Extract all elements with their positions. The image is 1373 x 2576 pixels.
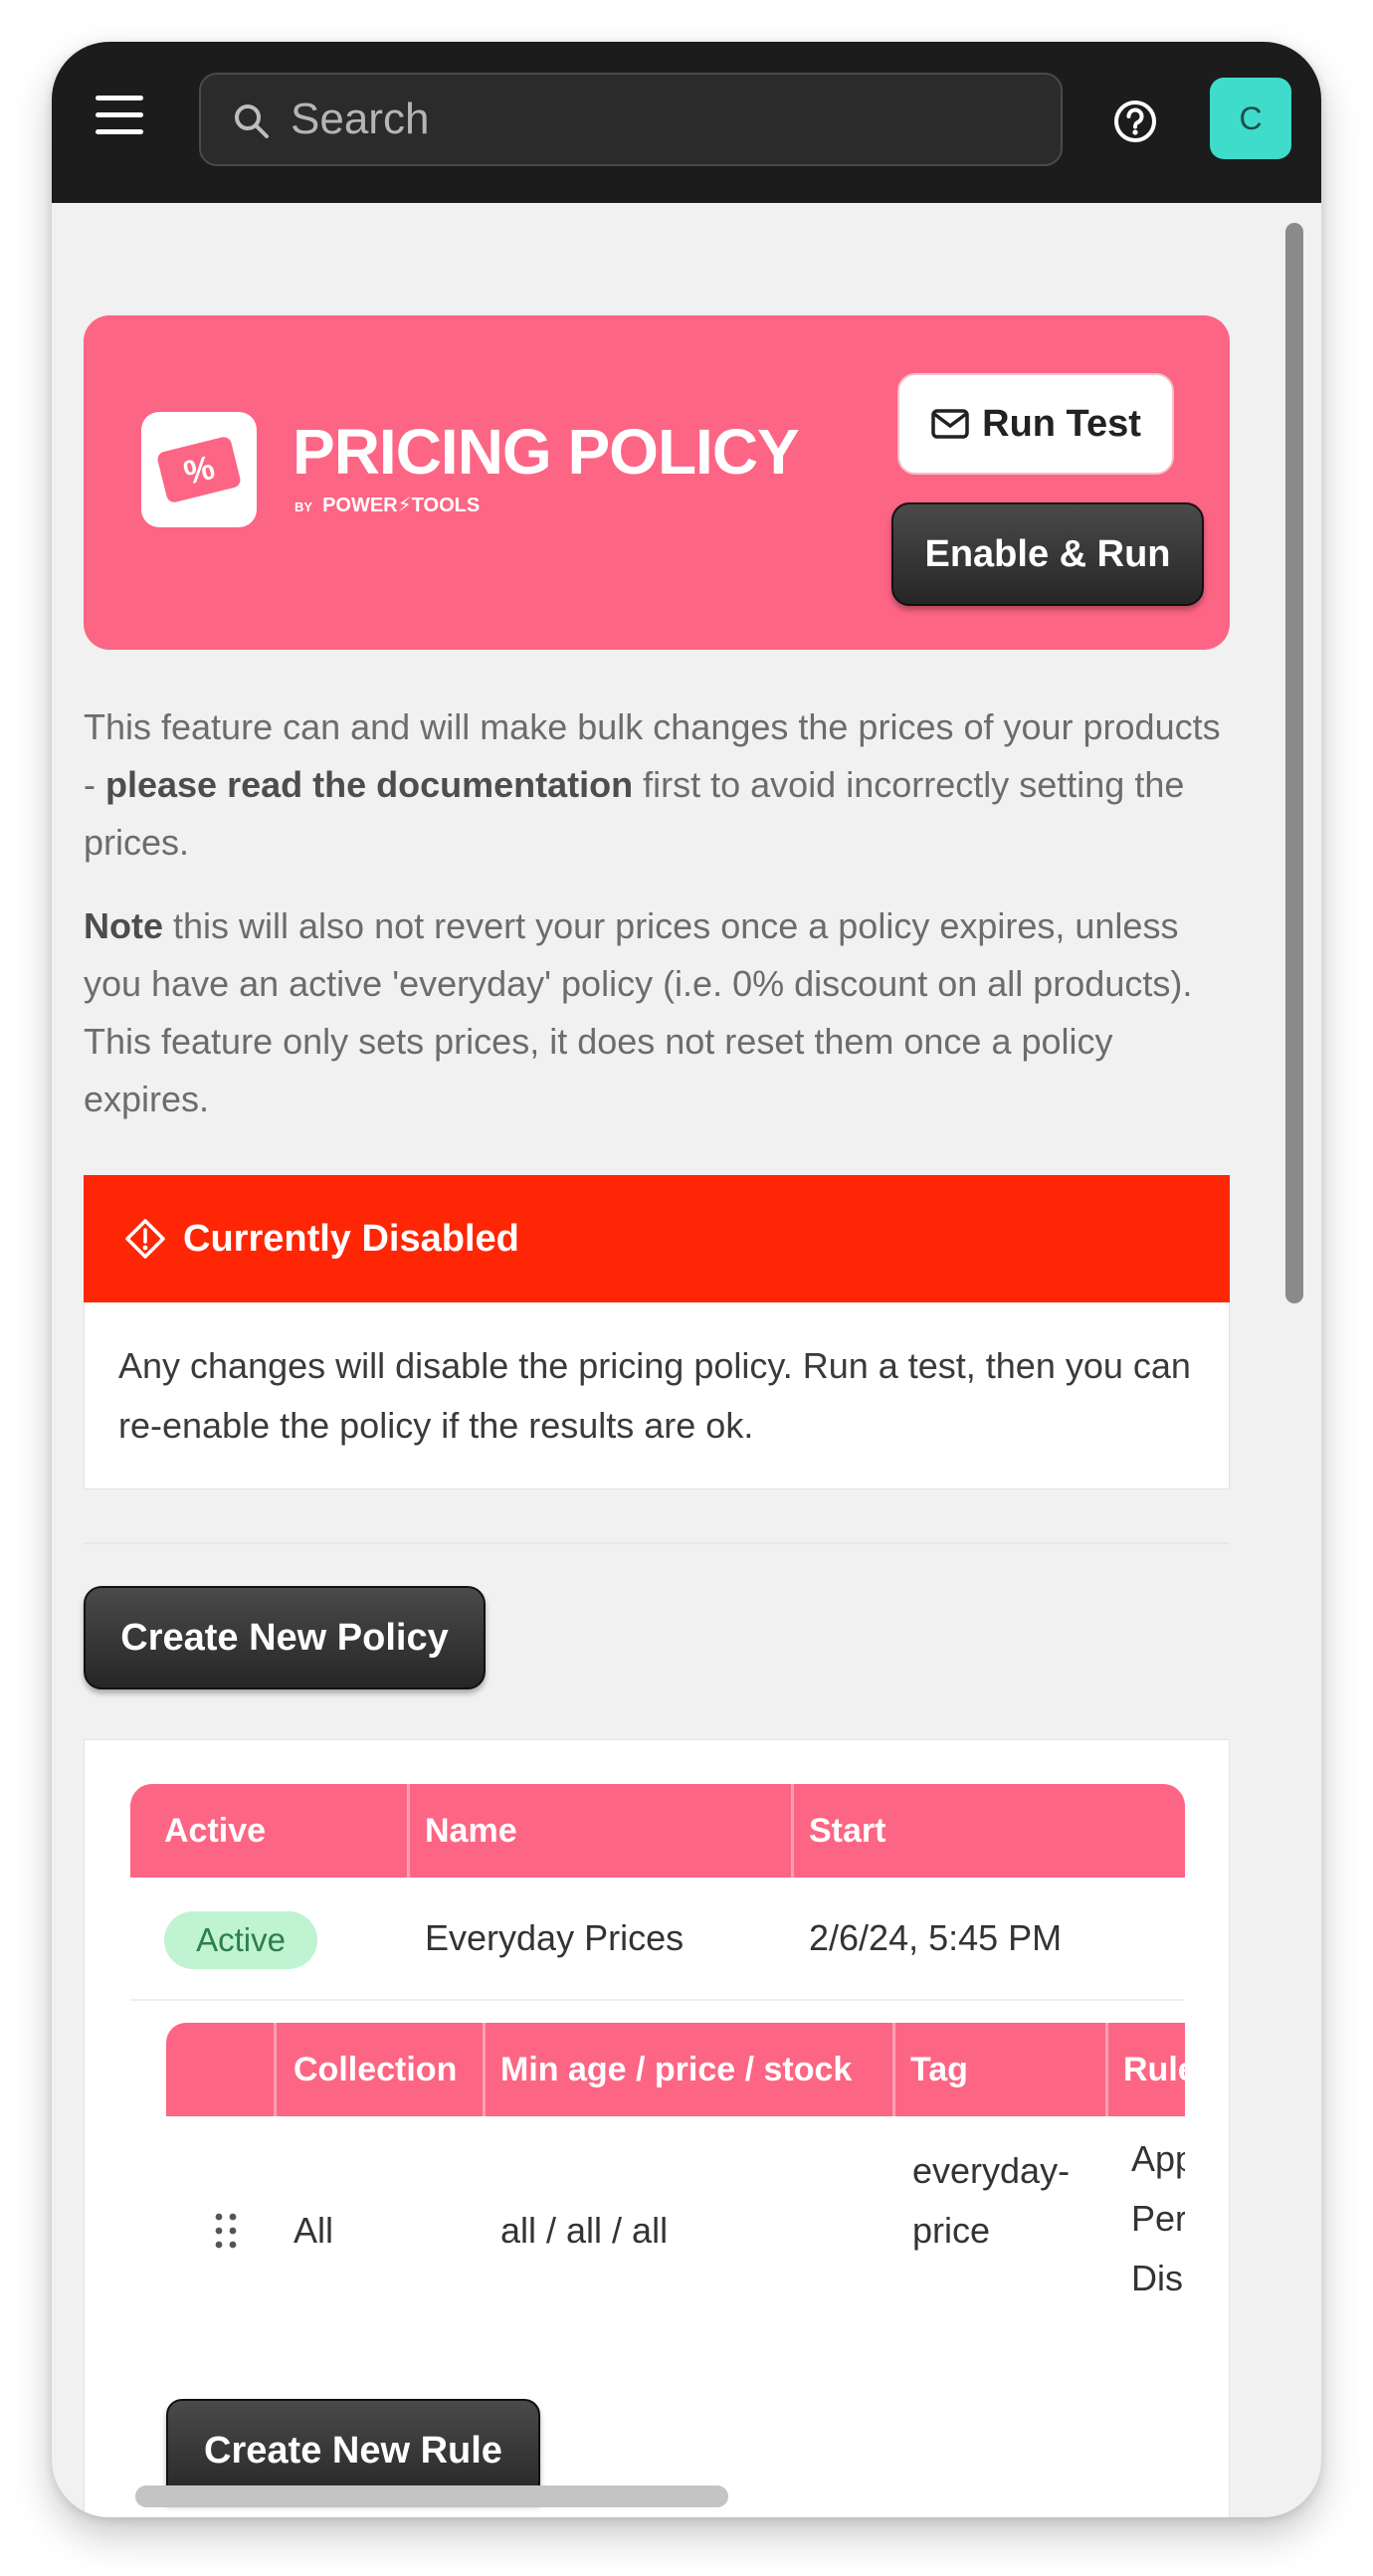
section-divider [84,1542,1230,1544]
column-header-min[interactable]: Min age / price / stock [500,2023,852,2116]
rule-tag-line1: everyday- [912,2150,1071,2191]
avatar[interactable]: C [1210,78,1291,159]
search-box[interactable] [199,73,1063,166]
status-badge: Active [164,1911,317,1969]
documentation-emphasis: please read the documentation [105,764,634,805]
rule-tag-line2: price [912,2210,991,2251]
rule-collection: All [294,2210,334,2251]
run-test-button[interactable]: Run Test [897,373,1174,475]
policy-name: Everyday Prices [425,1917,685,1958]
run-test-label: Run Test [982,402,1141,445]
column-header-start[interactable]: Start [809,1784,885,1878]
app-window: C % PRICING POLICY BY POWER⚡TOOLS Run Tes… [52,42,1321,2517]
alert-message: Any changes will disable the pricing pol… [84,1302,1230,1489]
search-icon [235,104,269,138]
policies-card: Active Name Start Active Everyday Prices… [84,1739,1230,2517]
app-logo: % [141,412,257,527]
mail-icon [931,409,969,439]
rule-description-line1: App [1131,2138,1185,2179]
rule-row[interactable]: All all / all / all everyday- price Ap p … [166,2116,1185,2365]
brand-name: POWER⚡TOOLS [322,495,481,516]
drag-handle-icon[interactable] [214,2212,238,2250]
pricing-policy-banner: % PRICING POLICY BY POWER⚡TOOLS Run Test … [84,315,1230,650]
help-circle-icon[interactable] [1112,99,1158,144]
alert-title: Currently Disabled [183,1217,519,1260]
column-header-tag[interactable]: Tag [910,2023,968,2116]
brand-by: BY [294,499,313,514]
column-header-rule[interactable]: Rule [1123,2023,1185,2116]
policy-row[interactable]: Active Everyday Prices 2/6/24, 5:45 PM [130,1878,1185,2001]
vertical-scrollbar[interactable] [1285,223,1303,1303]
rules-table-header: Collection Min age / price / stock Tag R… [166,2023,1185,2116]
enable-and-run-button[interactable]: Enable & Run [891,502,1204,606]
top-bar: C [52,42,1321,203]
policy-start: 2/6/24, 5:45 PM [809,1917,1063,1958]
page-title: PRICING POLICY [293,416,800,488]
note-paragraph: Note this will also not revert your pric… [84,905,1193,1119]
rule-description-line3: Dis [1131,2258,1183,2298]
hamburger-menu-icon[interactable] [96,96,143,135]
policies-table-header: Active Name Start [130,1784,1185,1878]
create-new-policy-button[interactable]: Create New Policy [84,1586,486,1689]
column-header-collection[interactable]: Collection [294,2023,457,2116]
disabled-alert-header: Currently Disabled [84,1175,1230,1302]
warning-diamond-icon [125,1219,165,1259]
column-header-name[interactable]: Name [425,1784,517,1878]
note-label: Note [84,905,163,946]
rule-description-line2: Per [1131,2198,1185,2239]
brand-byline: BY POWER⚡TOOLS [294,493,480,517]
column-header-active[interactable]: Active [164,1784,266,1878]
intro-paragraph: This feature can and will make bulk chan… [84,706,1221,863]
horizontal-scrollbar[interactable] [135,2485,728,2507]
search-input[interactable] [291,75,1047,164]
discount-tag-icon: % [157,437,241,502]
rule-min-values: all / all / all [500,2210,669,2251]
